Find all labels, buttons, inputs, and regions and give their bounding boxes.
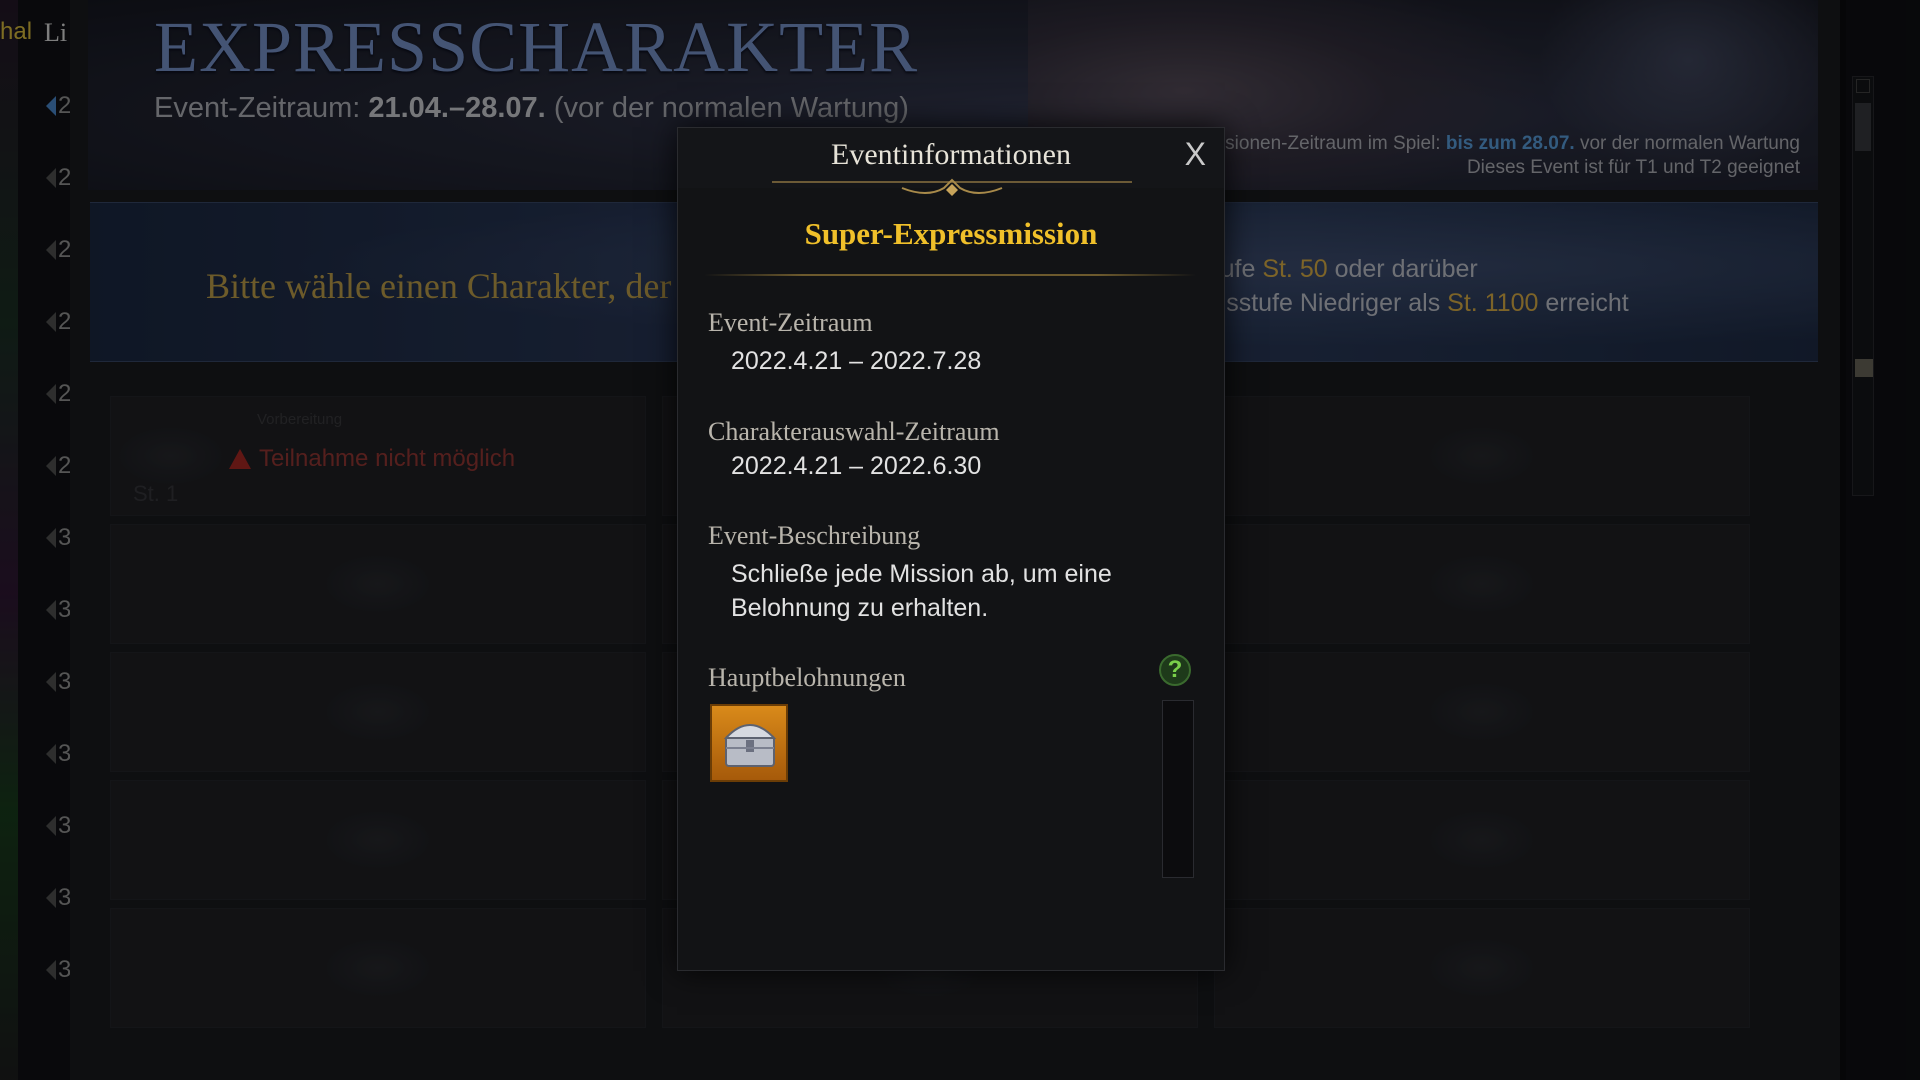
section-selection-period-heading: Charakterauswahl-Zeitraum xyxy=(708,417,1000,446)
rewards-scrollbar[interactable] xyxy=(1162,700,1194,878)
section-selection-period-value: 2022.4.21 – 2022.6.30 xyxy=(731,452,982,480)
treasure-chest-icon xyxy=(723,724,777,767)
section-description-heading: Event-Beschreibung xyxy=(708,521,921,550)
help-button[interactable]: ? xyxy=(1159,654,1191,686)
event-info-dialog: Eventinformationen X Super-Expressmissio… xyxy=(677,127,1225,971)
dialog-title: Eventinformationen xyxy=(831,138,1071,171)
title-ornament-icon xyxy=(772,178,1132,196)
reward-item-slot[interactable] xyxy=(710,704,788,782)
subtitle-divider xyxy=(704,274,1196,276)
section-event-period-value: 2022.4.21 – 2022.7.28 xyxy=(731,347,982,375)
section-description-line2: Belohnung zu erhalten. xyxy=(731,594,989,622)
section-rewards-heading: Hauptbelohnungen xyxy=(708,663,906,692)
close-button[interactable]: X xyxy=(1185,136,1206,173)
section-event-period-heading: Event-Zeitraum xyxy=(708,308,873,337)
event-name: Super-Expressmission xyxy=(804,216,1098,251)
section-description-line1: Schließe jede Mission ab, um eine xyxy=(731,560,1112,588)
